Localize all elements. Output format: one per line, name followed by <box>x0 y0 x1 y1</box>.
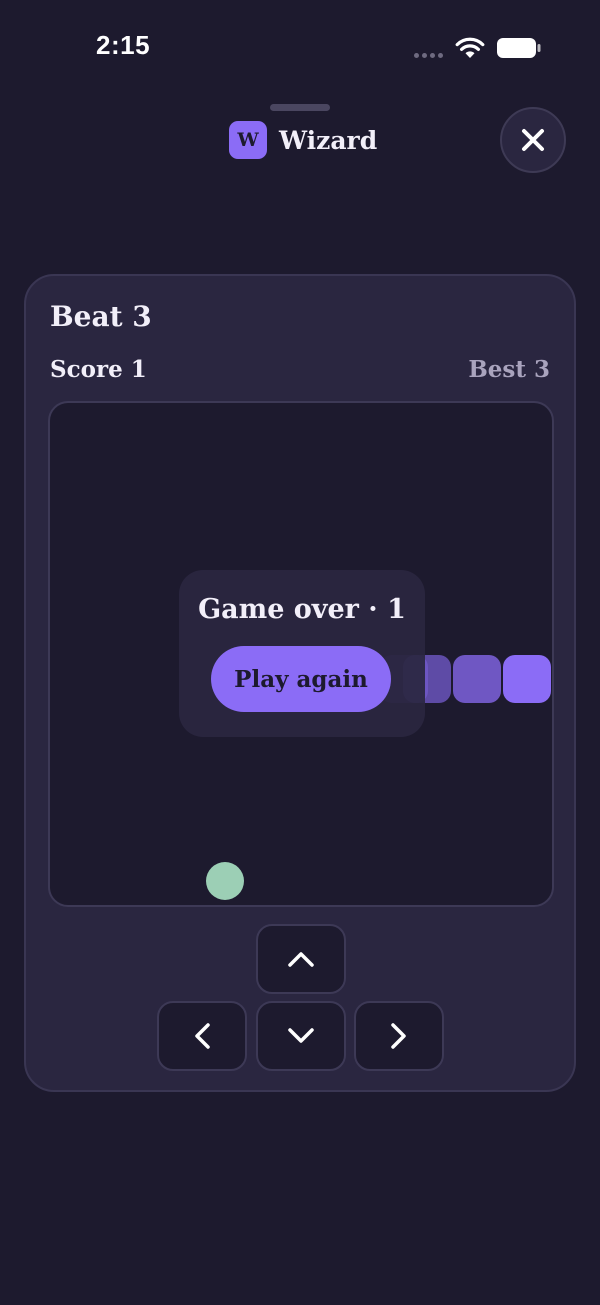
chevron-left-icon <box>195 1023 210 1049</box>
snake-head-segment <box>503 655 551 703</box>
sheet-grabber[interactable] <box>270 104 330 111</box>
chevron-up-icon <box>288 952 314 967</box>
dpad-down-button[interactable] <box>256 1001 346 1071</box>
game-over-title: Game over · 1 <box>198 594 406 625</box>
signal-dots-icon <box>414 53 443 58</box>
close-icon <box>522 129 544 151</box>
chevron-down-icon <box>288 1028 314 1043</box>
game-board[interactable]: Game over · 1 Play again <box>48 401 554 907</box>
game-title: Beat 3 <box>50 300 152 333</box>
app-name: Wizard <box>279 125 378 155</box>
dpad-right-button[interactable] <box>354 1001 444 1071</box>
play-again-button[interactable]: Play again <box>211 646 391 712</box>
game-card: Beat 3 Score 1 Best 3 Game over · 1 Play… <box>24 274 576 1092</box>
battery-icon <box>497 38 541 58</box>
snake-body-segment <box>453 655 501 703</box>
chevron-right-icon <box>391 1023 406 1049</box>
close-button[interactable] <box>500 107 566 173</box>
status-time: 2:15 <box>96 30 151 60</box>
score-label: Score 1 <box>50 356 147 383</box>
dpad-left-button[interactable] <box>157 1001 247 1071</box>
app-title: W Wizard <box>229 121 377 159</box>
game-screen: 2:15 W Wizard Beat 3 Score 1 Best 3 Game… <box>0 0 600 1305</box>
dpad-up-button[interactable] <box>256 924 346 994</box>
wifi-icon <box>455 37 485 58</box>
game-over-overlay: Game over · 1 Play again <box>179 570 425 737</box>
food-dot <box>206 862 244 900</box>
best-score-label: Best 3 <box>468 356 550 383</box>
app-logo: W <box>229 121 267 159</box>
